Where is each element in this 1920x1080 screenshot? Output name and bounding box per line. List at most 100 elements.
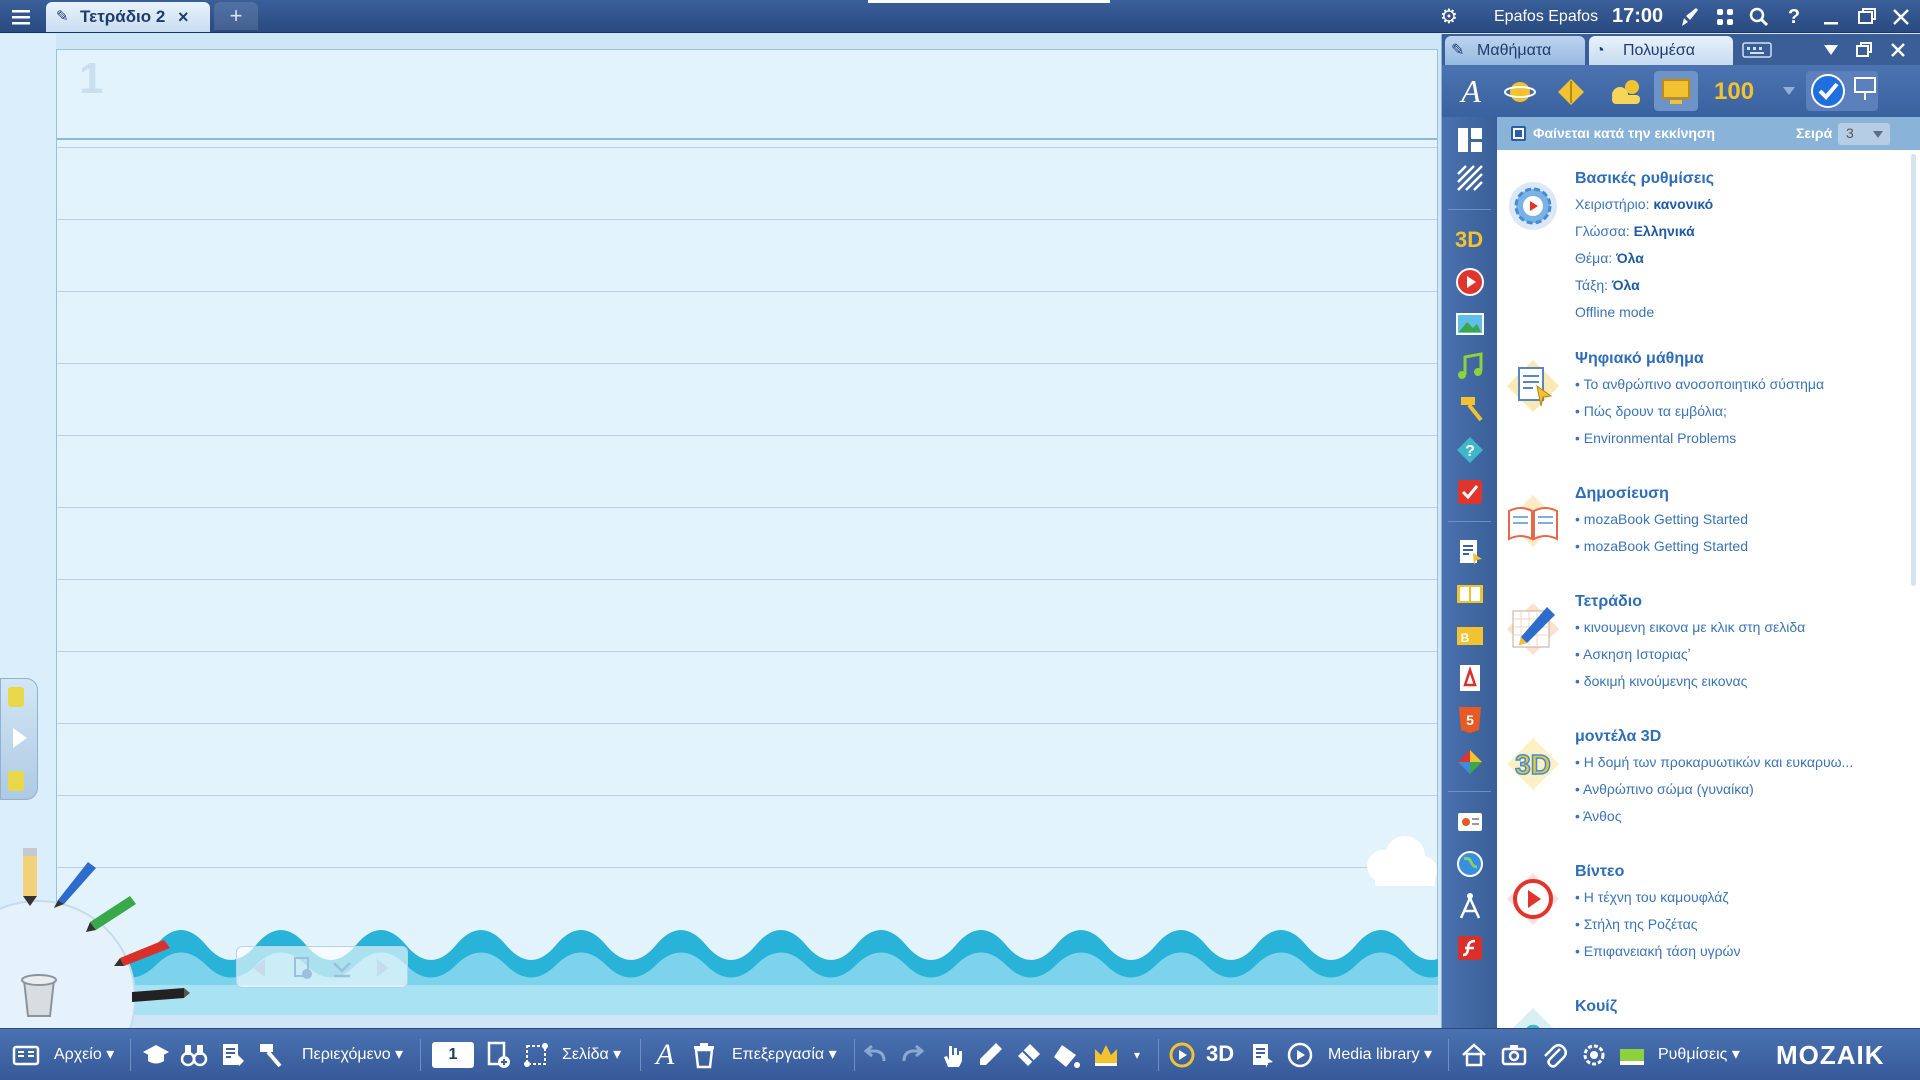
publication-book-icon[interactable] [1503,491,1563,551]
diamond-arrows-icon[interactable] [1556,77,1586,107]
section-title[interactable]: Κουίζ [1575,998,1617,1016]
list-item[interactable]: • Στήλη της Ροζέτας [1575,916,1697,932]
notebook-pencil-icon[interactable] [1503,599,1563,659]
flash-icon[interactable] [1455,933,1485,963]
list-item[interactable]: • mozaBook Getting Started [1575,538,1748,554]
notebook-page[interactable]: 1 [56,49,1438,1014]
help-icon[interactable]: ? [1781,4,1807,30]
check-circle-icon[interactable] [1810,73,1846,109]
ebook-icon[interactable]: B [1455,621,1485,651]
home-screen-icon[interactable] [1460,1041,1488,1069]
show-on-start-checkbox[interactable] [1511,126,1526,141]
play-circle-icon[interactable] [1286,1041,1314,1069]
list-item[interactable]: • Η δομή των προκαρυωτικών και ευκαρυω..… [1575,754,1853,770]
content-menu[interactable]: Περιεχόμενο ▾ [302,1029,403,1080]
digital-lesson-toolbar-icon[interactable] [1248,1041,1276,1069]
list-item[interactable]: • Το ανθρώπινο ανοσοποιητικό σύστημα [1575,376,1824,392]
green-pencil-icon[interactable] [84,894,138,934]
panel-dropdown-icon[interactable] [1822,42,1840,58]
3d-toolbar-icon[interactable]: 3D [1206,1041,1234,1067]
3d-models-icon[interactable]: 3D [1503,734,1563,794]
note-list-icon[interactable] [8,771,24,791]
new-tab-button[interactable]: + [214,2,258,30]
list-item[interactable]: • Άνθος [1575,808,1621,824]
list-item[interactable]: • Επιφανειακή τάση υγρών [1575,943,1741,959]
restore-window-icon[interactable] [1853,4,1879,30]
section-title[interactable]: Βίντεο [1575,863,1624,881]
compass-geometry-icon[interactable] [1455,891,1485,921]
book-icon[interactable] [1455,579,1485,609]
keyboard-icon[interactable] [1742,40,1772,60]
pdf-icon[interactable] [1455,663,1485,693]
video-icon[interactable] [1455,267,1485,297]
media-library-menu[interactable]: Media library ▾ [1328,1029,1432,1080]
file-menu[interactable]: Αρχείο ▾ [54,1029,114,1080]
geogebra-shapes-icon[interactable] [1455,747,1485,777]
search-icon[interactable] [1746,4,1772,30]
setting-line[interactable]: Χειριστήριο: κανονικό [1575,196,1713,212]
pattern-icon[interactable] [1455,163,1485,193]
red-pencil-icon[interactable] [112,938,172,970]
tab-close-icon[interactable]: × [178,2,189,32]
section-title[interactable]: Δημοσίευση [1575,485,1669,503]
weather-cloud-icon[interactable] [1606,77,1644,107]
monitor-icon[interactable] [1660,77,1692,107]
next-page-icon[interactable] [369,955,395,981]
question-icon[interactable]: ? [1455,435,1485,465]
apps-grid-icon[interactable] [1712,4,1738,30]
screen-keyboard-icon[interactable] [1618,1041,1646,1069]
list-item[interactable]: • Ασκηση Ιστοριαςʼ [1575,646,1691,662]
trash-icon[interactable] [12,966,66,1020]
document-edit-icon[interactable] [218,1041,246,1069]
setting-line[interactable]: Τάξη: Όλα [1575,277,1640,293]
tools-dropdown[interactable]: ▾ [1134,1029,1140,1080]
fill-bucket-icon[interactable] [1052,1041,1080,1069]
section-title[interactable]: Ψηφιακό μάθημα [1575,350,1704,368]
digital-lesson-small-icon[interactable] [1455,537,1485,567]
list-item[interactable]: • δοκιμή κινούμενης εικονας [1575,673,1747,689]
setting-line[interactable]: Θέμα: Όλα [1575,250,1644,266]
list-item[interactable]: • Ανθρώπινο σώμα (γυναίκα) [1575,781,1754,797]
previous-page-icon[interactable] [247,955,273,981]
expand-arrow-icon[interactable] [9,725,31,751]
tab-notebook[interactable]: ✎ Τετράδιο 2 × [46,2,210,32]
page-menu[interactable]: Σελίδα ▾ [562,1029,621,1080]
pencil-tool-icon[interactable] [14,846,48,906]
3d-icon[interactable]: 3D [1455,225,1485,255]
video-play-icon[interactable] [1503,869,1563,929]
user-name[interactable]: Epafos Epafos [1494,0,1598,33]
file-book-icon[interactable] [12,1041,40,1069]
section-title[interactable]: Βασικές ρυθμίσεις [1575,170,1714,188]
edit-menu[interactable]: Επεξεργασία ▾ [732,1029,837,1080]
close-window-icon[interactable] [1888,4,1914,30]
score-counter[interactable]: 100 [1714,77,1754,107]
checklist-icon[interactable] [1455,477,1485,507]
order-select[interactable]: 3 [1838,123,1890,145]
tab-lessons[interactable]: ✎ Μαθήματα [1445,36,1585,65]
eraser-icon[interactable] [1014,1041,1042,1069]
settings-gears-icon[interactable]: ⚙ [1436,4,1462,30]
list-item[interactable]: • Environmental Problems [1575,430,1736,446]
add-page-icon[interactable] [484,1041,512,1069]
graduation-cap-icon[interactable] [142,1041,170,1069]
redo-icon[interactable] [898,1041,926,1069]
panel-restore-icon[interactable] [1854,40,1874,60]
list-item[interactable]: • mozaBook Getting Started [1575,511,1748,527]
scrollbar[interactable] [1911,154,1916,586]
slides-icon[interactable] [1455,807,1485,837]
list-item[interactable]: • κινουμενη εικονα με κλικ στη σελιδα [1575,619,1805,635]
hand-pointer-icon[interactable] [938,1041,966,1069]
settings-gear-icon[interactable] [1503,176,1563,236]
text-tool-icon[interactable]: A [650,1037,680,1073]
add-page-icon[interactable] [289,955,315,981]
page-down-icon[interactable] [329,955,355,981]
crown-tools-icon[interactable] [1092,1041,1120,1069]
minimize-icon[interactable] [1818,4,1844,30]
setting-line[interactable]: Γλώσσα: Ελληνικά [1575,223,1695,239]
undo-icon[interactable] [862,1041,890,1069]
html5-icon[interactable]: 5 [1455,705,1485,735]
quiz-icon[interactable]: ? [1503,1004,1563,1028]
section-title[interactable]: μοντέλα 3D [1575,728,1661,746]
hammer-tools-icon[interactable] [1455,393,1485,423]
planet-icon[interactable] [1504,77,1536,107]
